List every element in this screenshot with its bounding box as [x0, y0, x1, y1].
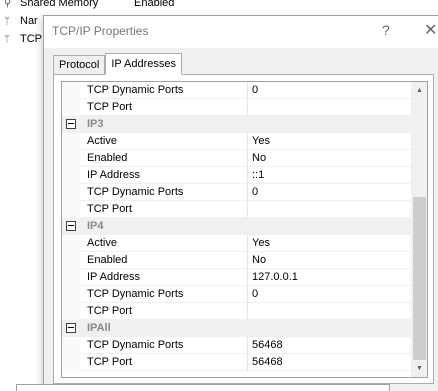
property-row[interactable]: Enabled No [62, 252, 411, 269]
collapse-toggle-icon[interactable] [66, 221, 76, 231]
row-indent [62, 99, 80, 116]
property-name: Active [80, 235, 248, 252]
property-name: Enabled [80, 150, 248, 167]
property-name: IP Address [80, 167, 248, 184]
property-value[interactable]: No [248, 252, 411, 269]
property-value[interactable]: No [248, 150, 411, 167]
tab-protocol[interactable]: Protocol [53, 55, 106, 75]
property-name: TCP Dynamic Ports [80, 286, 248, 303]
dialog-title: TCP/IP Properties [52, 24, 149, 38]
property-value[interactable]: 0 [248, 286, 411, 303]
background-row-tcp[interactable]: ᛘ TCP [4, 32, 42, 46]
property-grid-rows: TCP Dynamic Ports 0 TCP Port IP3 Active Yes En… [62, 82, 411, 371]
title-bar[interactable]: TCP/IP Properties ? ✕ [44, 16, 438, 48]
property-row[interactable]: TCP Dynamic Ports 0 [62, 82, 411, 99]
category-label: IP4 [87, 220, 104, 232]
property-value[interactable] [248, 201, 411, 218]
collapse-toggle-icon[interactable] [66, 119, 76, 129]
row-indent [62, 337, 80, 354]
property-row[interactable]: TCP Dynamic Ports 0 [62, 286, 411, 303]
property-row[interactable]: Active Yes [62, 133, 411, 150]
property-value[interactable] [248, 303, 411, 320]
background-row-value: Enabled [134, 0, 175, 9]
row-indent [62, 303, 80, 320]
property-value[interactable]: 56468 [248, 354, 411, 371]
background-row-name: TCP [20, 33, 42, 45]
property-value[interactable]: Yes [248, 133, 411, 150]
row-indent [62, 286, 80, 303]
property-name: IP Address [80, 269, 248, 286]
property-value[interactable]: ::1 [248, 167, 411, 184]
background-row-name: Nar [20, 15, 38, 27]
plug-icon: ⚲ [4, 0, 12, 9]
category-row-ip3[interactable]: IP3 [62, 116, 411, 133]
tab-ip-addresses[interactable]: IP Addresses [105, 53, 182, 75]
row-indent [62, 252, 80, 269]
category-label: IPAll [87, 322, 111, 334]
property-name: TCP Port [80, 303, 248, 320]
row-indent [62, 82, 80, 99]
property-row[interactable]: TCP Port [62, 99, 411, 116]
close-button[interactable]: ✕ [424, 20, 437, 40]
row-indent [62, 133, 80, 150]
background-row-shared-memory[interactable]: ⚲ Shared Memory Enabled [4, 0, 174, 10]
property-name: TCP Dynamic Ports [80, 184, 248, 201]
property-row[interactable]: IP Address::1 [62, 167, 411, 184]
property-row[interactable]: TCP Port [62, 303, 411, 320]
property-row[interactable]: TCP Dynamic Ports 56468 [62, 337, 411, 354]
property-row[interactable]: TCP Dynamic Ports 0 [62, 184, 411, 201]
row-indent [62, 167, 80, 184]
property-value[interactable]: 0 [248, 184, 411, 201]
scroll-down-arrow-icon[interactable]: ▼ [411, 360, 427, 377]
category-row-ipall[interactable]: IPAll [62, 320, 411, 337]
property-row[interactable]: TCP Port 56468 [62, 354, 411, 371]
scroll-thumb[interactable] [413, 197, 426, 360]
row-indent [62, 201, 80, 218]
property-row[interactable]: TCP Port [62, 201, 411, 218]
scroll-up-arrow-icon[interactable]: ▲ [411, 82, 427, 99]
property-value[interactable]: 127.0.0.1 [248, 269, 411, 286]
row-indent [62, 235, 80, 252]
property-name: TCP Port [80, 354, 248, 371]
network-icon: ᛘ [4, 33, 10, 45]
property-value[interactable]: Yes [248, 235, 411, 252]
property-value[interactable]: 56468 [248, 337, 411, 354]
property-name: TCP Port [80, 99, 248, 116]
property-name: TCP Dynamic Ports [80, 82, 248, 99]
tab-panel-ip-addresses: TCP Dynamic Ports 0 TCP Port IP3 Active Yes En… [53, 74, 434, 384]
property-name: TCP Port [80, 201, 248, 218]
property-value[interactable]: 0 [248, 82, 411, 99]
tcpip-properties-dialog: TCP/IP Properties ? ✕ Protocol IP Addres… [43, 15, 438, 391]
property-name: Active [80, 133, 248, 150]
category-row-ip4[interactable]: IP4 [62, 218, 411, 235]
description-box [16, 384, 390, 391]
background-row-name: Shared Memory [20, 0, 99, 9]
tab-strip: Protocol IP Addresses [53, 53, 182, 75]
help-button[interactable]: ? [382, 22, 390, 38]
property-row[interactable]: Enabled No [62, 150, 411, 167]
category-label: IP3 [87, 118, 104, 130]
row-indent [62, 269, 80, 286]
pipe-icon: ᛘ [4, 15, 10, 27]
vertical-scrollbar[interactable]: ▲ ▼ [411, 82, 427, 377]
row-indent [62, 150, 80, 167]
row-indent [62, 354, 80, 371]
property-value[interactable] [248, 99, 411, 116]
property-row[interactable]: Active Yes [62, 235, 411, 252]
property-name: TCP Dynamic Ports [80, 337, 248, 354]
collapse-toggle-icon[interactable] [66, 323, 76, 333]
background-row-named-pipes[interactable]: ᛘ Nar [4, 14, 38, 28]
property-grid: TCP Dynamic Ports 0 TCP Port IP3 Active Yes En… [61, 81, 428, 378]
property-row[interactable]: IP Address 127.0.0.1 [62, 269, 411, 286]
row-indent [62, 184, 80, 201]
property-name: Enabled [80, 252, 248, 269]
